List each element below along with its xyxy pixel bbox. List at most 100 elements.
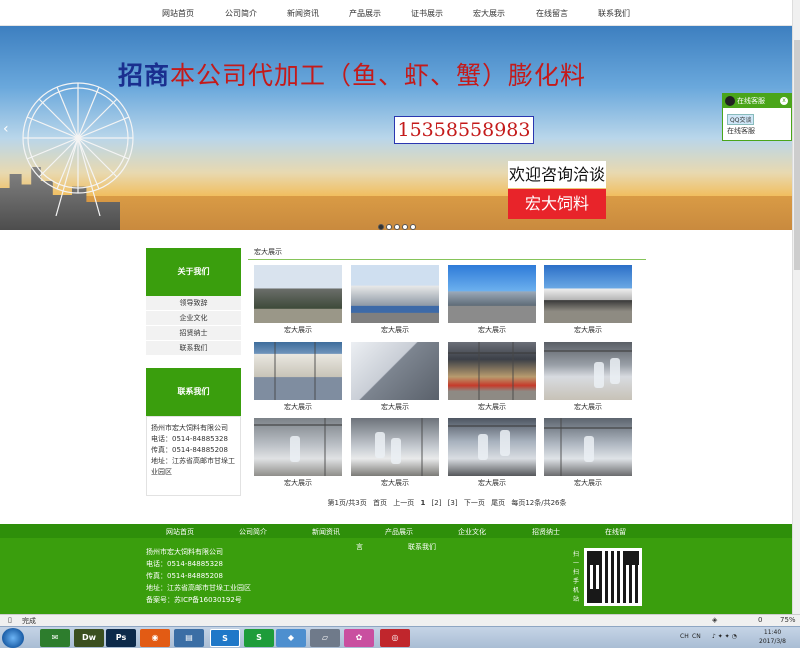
gallery-caption[interactable]: 宏大展示 bbox=[544, 323, 632, 337]
spreadsheet-icon[interactable]: S bbox=[244, 629, 274, 647]
penguin-icon bbox=[725, 96, 735, 106]
gallery-image[interactable] bbox=[448, 342, 536, 400]
pager-page-2[interactable]: [2] bbox=[432, 499, 442, 507]
footer-nav-culture[interactable]: 企业文化 bbox=[458, 527, 486, 537]
gallery-image[interactable] bbox=[254, 265, 342, 323]
gallery-item[interactable]: 宏大展示 bbox=[254, 342, 342, 414]
sogou-icon[interactable]: S bbox=[210, 629, 240, 647]
prev-arrow-icon[interactable]: ‹ bbox=[3, 121, 9, 137]
explorer-icon[interactable]: ▱ bbox=[310, 629, 340, 647]
gallery-caption[interactable]: 宏大展示 bbox=[544, 400, 632, 414]
gallery-item[interactable]: 宏大展示 bbox=[544, 342, 632, 414]
gallery-item[interactable]: 宏大展示 bbox=[448, 342, 536, 414]
footer-nav-news[interactable]: 新闻资讯 bbox=[312, 527, 340, 537]
footer-nav-message-wrap[interactable]: 言 bbox=[356, 542, 363, 552]
scrollbar-thumb[interactable] bbox=[794, 40, 800, 270]
gallery-caption[interactable]: 宏大展示 bbox=[351, 323, 439, 337]
gallery-item[interactable]: 宏大展示 bbox=[351, 342, 439, 414]
gallery-image[interactable] bbox=[254, 418, 342, 476]
slider-dot[interactable] bbox=[394, 224, 400, 230]
banner-slider[interactable]: 招商本公司代加工（鱼、虾、蟹）膨化料 15358558983 欢迎咨询洽谈 宏大… bbox=[0, 26, 792, 230]
online-service-widget: 在线客服 x QQ交谈 在线客服 bbox=[722, 93, 792, 141]
footer-nav-home[interactable]: 网站首页 bbox=[166, 527, 194, 537]
pager-page-3[interactable]: [3] bbox=[448, 499, 458, 507]
gallery-image[interactable] bbox=[351, 342, 439, 400]
photoshop-icon[interactable]: Ps bbox=[106, 629, 136, 647]
system-clock[interactable]: 11:40 2017/3/8 bbox=[759, 628, 786, 646]
wechat-icon[interactable]: ✉ bbox=[40, 629, 70, 647]
footer-nav-about[interactable]: 公司简介 bbox=[239, 527, 267, 537]
close-icon[interactable]: x bbox=[780, 97, 788, 105]
banner-phone: 15358558983 bbox=[394, 116, 534, 144]
gallery-caption[interactable]: 宏大展示 bbox=[544, 476, 632, 490]
colorful-app-icon[interactable]: ✿ bbox=[344, 629, 374, 647]
gallery-caption[interactable]: 宏大展示 bbox=[448, 400, 536, 414]
vertical-scrollbar[interactable] bbox=[792, 0, 800, 614]
gallery-caption[interactable]: 宏大展示 bbox=[254, 400, 342, 414]
gallery-item[interactable]: 宏大展示 bbox=[544, 418, 632, 490]
qq-chat-button[interactable]: QQ交谈 bbox=[727, 114, 755, 125]
banner-headline: 招商本公司代加工（鱼、虾、蟹）膨化料 bbox=[118, 56, 586, 92]
gallery-item[interactable]: 宏大展示 bbox=[544, 265, 632, 337]
nav-contact[interactable]: 联系我们 bbox=[598, 8, 630, 19]
network-app-icon[interactable]: ◆ bbox=[276, 629, 306, 647]
gallery-caption[interactable]: 宏大展示 bbox=[351, 476, 439, 490]
gallery-caption[interactable]: 宏大展示 bbox=[448, 323, 536, 337]
gallery-image[interactable] bbox=[448, 265, 536, 323]
sidebar-item-recruitment[interactable]: 招贤纳士 bbox=[146, 326, 241, 341]
firefox-icon[interactable]: ◉ bbox=[140, 629, 170, 647]
footer-phone: 电话：0514-84885328 bbox=[146, 560, 223, 568]
slider-dot[interactable] bbox=[410, 224, 416, 230]
slider-dot[interactable] bbox=[402, 224, 408, 230]
footer-nav-contact[interactable]: 联系我们 bbox=[408, 542, 436, 552]
pager-next[interactable]: 下一页 bbox=[464, 499, 485, 507]
sidebar-item-leader-speech[interactable]: 领导致辞 bbox=[146, 296, 241, 311]
pager-prev[interactable]: 上一页 bbox=[393, 499, 414, 507]
pager-current: 1 bbox=[420, 499, 426, 507]
contact-company: 扬州市宏大饲料有限公司 bbox=[151, 424, 228, 432]
sidebar-item-contact[interactable]: 联系我们 bbox=[146, 341, 241, 356]
headline-text: 本公司代加工（鱼、虾、蟹）膨化料 bbox=[170, 61, 587, 90]
sidebar-item-culture[interactable]: 企业文化 bbox=[146, 311, 241, 326]
tray-icons[interactable]: ♪ ✦ ✦ ◔ bbox=[712, 633, 737, 640]
gallery-caption[interactable]: 宏大展示 bbox=[254, 323, 342, 337]
document-icon[interactable]: ▤ bbox=[174, 629, 204, 647]
footer-nav-products[interactable]: 产品展示 bbox=[385, 527, 413, 537]
gallery-image[interactable] bbox=[351, 265, 439, 323]
dreamweaver-icon[interactable]: Dw bbox=[74, 629, 104, 647]
gallery-item[interactable]: 宏大展示 bbox=[448, 265, 536, 337]
language-indicator[interactable]: CH bbox=[680, 633, 689, 640]
gallery-image[interactable] bbox=[544, 342, 632, 400]
nav-about[interactable]: 公司简介 bbox=[225, 8, 257, 19]
nav-certificates[interactable]: 证书展示 bbox=[411, 8, 443, 19]
gallery-item[interactable]: 宏大展示 bbox=[448, 418, 536, 490]
input-method[interactable]: CN bbox=[692, 633, 701, 640]
footer-nav-recruitment[interactable]: 招贤纳士 bbox=[532, 527, 560, 537]
nav-home[interactable]: 网站首页 bbox=[162, 8, 194, 19]
gallery-caption[interactable]: 宏大展示 bbox=[351, 400, 439, 414]
gallery-item[interactable]: 宏大展示 bbox=[254, 418, 342, 490]
windows-start-icon[interactable] bbox=[2, 628, 24, 648]
zoom-level[interactable]: 75% bbox=[780, 616, 796, 624]
slider-dot[interactable] bbox=[378, 224, 384, 230]
browser-active-icon[interactable]: ◎ bbox=[380, 629, 410, 647]
footer-nav-message[interactable]: 在线留 bbox=[605, 527, 626, 537]
gallery-image[interactable] bbox=[254, 342, 342, 400]
gallery-image[interactable] bbox=[351, 418, 439, 476]
pager-last[interactable]: 尾页 bbox=[491, 499, 505, 507]
nav-showcase[interactable]: 宏大展示 bbox=[473, 8, 505, 19]
gallery-caption[interactable]: 宏大展示 bbox=[448, 476, 536, 490]
nav-news[interactable]: 新闻资讯 bbox=[287, 8, 319, 19]
gallery-image[interactable] bbox=[544, 418, 632, 476]
slider-dot[interactable] bbox=[386, 224, 392, 230]
nav-message[interactable]: 在线留言 bbox=[536, 8, 568, 19]
gallery-item[interactable]: 宏大展示 bbox=[351, 265, 439, 337]
gallery-caption[interactable]: 宏大展示 bbox=[254, 476, 342, 490]
gallery-item[interactable]: 宏大展示 bbox=[351, 418, 439, 490]
pager-first[interactable]: 首页 bbox=[373, 499, 387, 507]
gallery-item[interactable]: 宏大展示 bbox=[254, 265, 342, 337]
footer-icp[interactable]: 备案号：苏ICP备16030192号 bbox=[146, 594, 251, 606]
gallery-image[interactable] bbox=[544, 265, 632, 323]
nav-products[interactable]: 产品展示 bbox=[349, 8, 381, 19]
gallery-image[interactable] bbox=[448, 418, 536, 476]
